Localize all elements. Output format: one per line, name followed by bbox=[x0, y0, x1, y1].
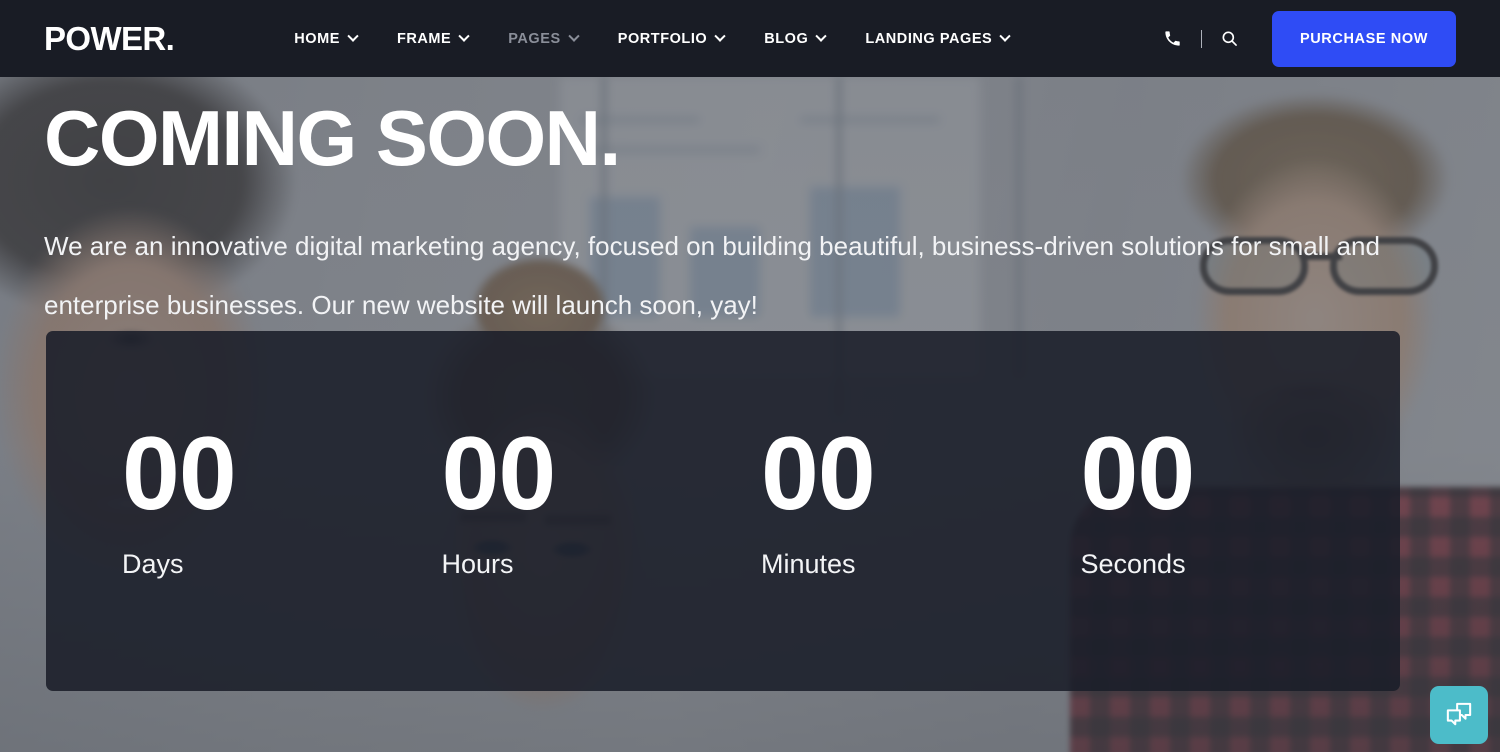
phone-icon bbox=[1165, 31, 1181, 46]
countdown-unit-hours: 00 Hours bbox=[441, 416, 762, 580]
nav-item-home[interactable]: HOME bbox=[274, 0, 377, 77]
nav-label: HOME bbox=[294, 30, 340, 47]
countdown-value: 00 bbox=[122, 416, 237, 532]
nav-item-pages[interactable]: PAGES bbox=[488, 0, 597, 77]
nav-item-landing-pages[interactable]: LANDING PAGES bbox=[845, 0, 1029, 77]
chat-widget-button[interactable] bbox=[1430, 686, 1488, 744]
phone-button[interactable] bbox=[1153, 19, 1193, 59]
coming-soon-page: POWER. HOME FRAME PAGES PORTFOLIO BLOG L… bbox=[0, 0, 1500, 752]
countdown-value: 00 bbox=[441, 416, 557, 532]
nav-item-portfolio[interactable]: PORTFOLIO bbox=[598, 0, 745, 77]
chevron-down-icon bbox=[999, 30, 1011, 42]
countdown-label: Days bbox=[122, 548, 184, 579]
site-header: POWER. HOME FRAME PAGES PORTFOLIO BLOG L… bbox=[0, 0, 1500, 77]
chevron-down-icon bbox=[815, 30, 828, 42]
chevron-down-icon bbox=[347, 30, 359, 42]
chevron-down-icon bbox=[568, 30, 580, 42]
chevron-down-icon bbox=[458, 30, 470, 42]
nav-item-frame[interactable]: FRAME bbox=[377, 0, 488, 77]
countdown-value: 00 bbox=[761, 416, 876, 532]
countdown-label: Minutes bbox=[761, 548, 856, 579]
purchase-now-button[interactable]: PURCHASE NOW bbox=[1271, 10, 1456, 67]
countdown-unit-seconds: 00 Seconds bbox=[1080, 416, 1401, 580]
main-navigation: HOME FRAME PAGES PORTFOLIO BLOG LANDING bbox=[274, 0, 1029, 77]
countdown-label: Seconds bbox=[1080, 548, 1186, 579]
countdown-value: 00 bbox=[1080, 416, 1196, 532]
page-title: COMING SOON. bbox=[44, 94, 621, 182]
countdown-panel: 00 Days 00 Hours 00 Minutes 00 Seconds bbox=[46, 331, 1400, 691]
countdown-unit-days: 00 Days bbox=[122, 416, 442, 580]
chat-bubbles-icon bbox=[1446, 702, 1472, 726]
countdown-label: Hours bbox=[441, 548, 514, 579]
header-divider bbox=[1200, 29, 1202, 48]
chevron-down-icon bbox=[714, 30, 726, 42]
nav-label: BLOG bbox=[764, 30, 809, 47]
nav-label: FRAME bbox=[396, 30, 452, 47]
nav-label: PORTFOLIO bbox=[617, 30, 708, 47]
nav-item-blog[interactable]: BLOG bbox=[744, 0, 845, 77]
search-button[interactable] bbox=[1210, 19, 1250, 59]
search-icon bbox=[1222, 31, 1238, 46]
countdown-unit-minutes: 00 Minutes bbox=[761, 416, 1081, 580]
header-actions: PURCHASE NOW bbox=[1153, 10, 1456, 67]
site-logo[interactable]: POWER. bbox=[44, 22, 175, 55]
hero-subtitle: We are an innovative digital marketing a… bbox=[44, 231, 1380, 320]
nav-label: LANDING PAGES bbox=[865, 30, 993, 47]
nav-label: PAGES bbox=[508, 30, 561, 47]
